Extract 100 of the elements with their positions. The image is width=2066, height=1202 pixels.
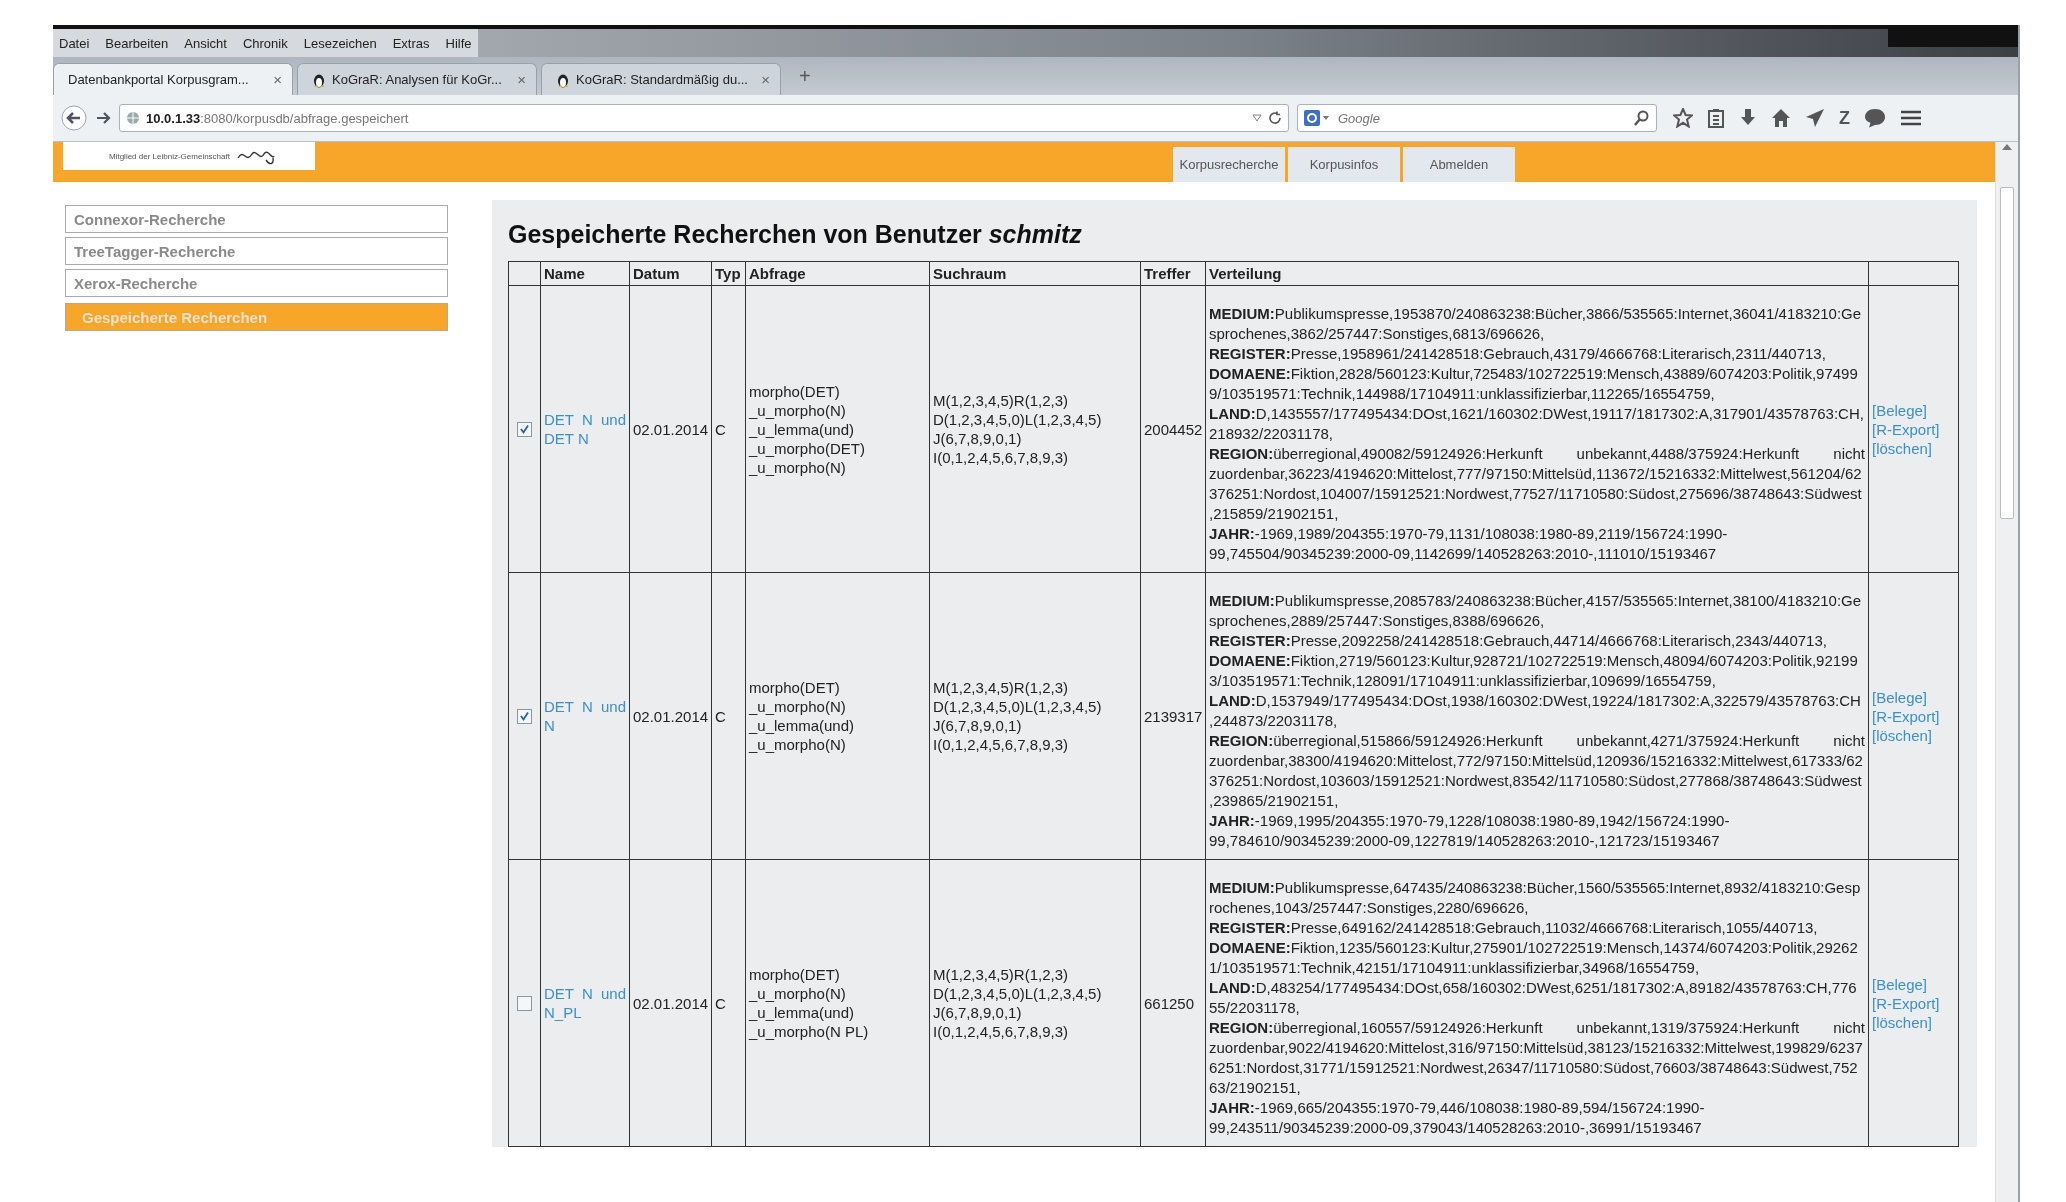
browser-tab[interactable]: KoGraR: Standardmäßig du... × xyxy=(541,63,781,95)
query-term: _u_morpho(N) xyxy=(749,735,847,754)
date-cell: 02.01.2014 xyxy=(629,285,712,573)
column-header: Name xyxy=(540,261,630,286)
type-cell: C xyxy=(711,572,746,860)
action-link[interactable]: [Belege] xyxy=(1872,687,1955,707)
query-term: _u_lemma(und) xyxy=(749,419,856,439)
search-engine-icon[interactable] xyxy=(1304,110,1330,126)
distribution-text: MEDIUM:Publikumspresse,1953870/240863238:Bücher,3866/535565:Internet,36041/4183210:Gesprochenes,3862/257447:Sonstiges,6813/696626, xyxy=(1209,304,1863,344)
search-icon[interactable] xyxy=(1634,110,1650,126)
sidebar-item[interactable]: Connexor-Recherche xyxy=(65,205,448,233)
menu-item[interactable]: Hilfe xyxy=(445,35,472,51)
distribution-text: REGISTER:Presse,2092258/241428518:Gebrauch,44714/4666768:Literarisch,2343/440713, xyxy=(1209,631,1828,651)
distribution-text: MEDIUM:Publikumspresse,647435/240863238:Bücher,1560/535565:Internet,8932/4183210:Gesprochenes,1043/257447:Sonstiges,2280/696626, xyxy=(1209,878,1862,918)
search-space-line: I(0,1,2,4,5,6,7,8,9,3) xyxy=(933,735,1070,754)
page-title: Gespeicherte Recherchen von Benutzer schmitz xyxy=(508,220,1083,249)
search-space-line: M(1,2,3,4,5)R(1,2,3) xyxy=(933,965,1070,984)
query-term: morpho(DET) xyxy=(749,965,841,984)
action-link[interactable]: [Belege] xyxy=(1872,400,1955,420)
search-space-line: D(1,2,3,4,5,0)L(1,2,3,4,5) xyxy=(933,984,1103,1003)
distribution-text: REGION:überregional,515866/59124926:Herkunft unbekannt,4271/375924:Herkunft nicht zuordenbar,38300/4194620:Mittelost,772/97150:Mittelsüd,120936/15216332:Mittelwest,617333/62376251:Nordost,103603/15912521:Nordwest,83542/11710580:Südost,277868/38748643:Südwest,239865/21902151, xyxy=(1209,731,1865,811)
logo-caption: Mitglied der Leibniz-Gemeinschaft xyxy=(109,151,230,161)
menu-item[interactable]: Ansicht xyxy=(184,35,227,51)
nav-tab[interactable]: Korpusrecherche xyxy=(1173,147,1285,182)
menu-item[interactable]: Lesezeichen xyxy=(303,35,377,51)
query-name-link[interactable]: DET N und N xyxy=(544,697,626,735)
query-term: _u_morpho(N) xyxy=(749,457,847,477)
type-cell: C xyxy=(711,859,746,1147)
checkbox[interactable] xyxy=(517,995,532,1011)
query-term: morpho(DET) xyxy=(749,381,841,401)
menu-item[interactable]: Datei xyxy=(59,35,90,51)
clipboard-icon[interactable] xyxy=(1707,108,1725,128)
new-tab-button[interactable]: + xyxy=(785,64,825,88)
action-link[interactable]: [R-Export] xyxy=(1872,419,1955,439)
query-term: _u_morpho(N) xyxy=(749,697,847,716)
close-icon[interactable]: × xyxy=(517,71,526,88)
column-header: Verteilung xyxy=(1205,261,1869,286)
browser-tab[interactable]: KoGraR: Analysen für KoGr... × xyxy=(297,63,537,95)
home-icon[interactable] xyxy=(1771,108,1791,128)
globe-icon xyxy=(126,111,140,125)
distribution-text: DOMAENE:Fiktion,2828/560123:Kultur,725483/102722519:Mensch,43889/6074203:Politik,974999/103519571:Technik,144988/17104911:unklassifizierbar,112265/16554759, xyxy=(1209,364,1859,404)
search-field[interactable]: Google xyxy=(1336,109,1628,127)
forward-icon[interactable] xyxy=(95,110,111,126)
column-header: Suchraum xyxy=(929,261,1141,286)
star-icon[interactable] xyxy=(1673,108,1693,128)
search-space-line: D(1,2,3,4,5,0)L(1,2,3,4,5) xyxy=(933,697,1103,716)
query-name-link[interactable]: DET N und N_PL xyxy=(544,984,626,1022)
browser-tab[interactable]: Datenbankportal Korpusgram... × xyxy=(53,63,293,95)
hits-cell: 661250 xyxy=(1140,859,1206,1147)
search-space-line: J(6,7,8,9,0,1) xyxy=(933,429,1023,448)
action-link[interactable]: [Belege] xyxy=(1872,974,1955,994)
sidebar-item[interactable]: TreeTagger-Recherche xyxy=(65,237,448,265)
scroll-thumb[interactable] xyxy=(2000,187,2014,519)
query-name-link[interactable]: DET N und DET N xyxy=(544,410,626,448)
dropdown-icon[interactable] xyxy=(1252,114,1262,122)
back-icon[interactable] xyxy=(61,105,87,131)
query-term: morpho(DET) xyxy=(749,678,841,697)
distribution-text: REGION:überregional,490082/59124926:Herkunft unbekannt,4488/375924:Herkunft nicht zuordenbar,36223/4194620:Mittelost,777/97150:Mittelsüd,113672/15216332:Mittelwest,561204/62376251:Nordost,104007/15912521:Nordwest,77527/11710580:Südost,275696/38748643:Südwest,215859/21902151, xyxy=(1209,444,1865,524)
menu-item[interactable]: Extras xyxy=(392,35,430,51)
nav-tab[interactable]: Abmelden xyxy=(1403,147,1515,182)
action-link[interactable]: [R-Export] xyxy=(1872,706,1955,726)
column-header: Typ xyxy=(711,261,746,286)
action-link[interactable]: [löschen] xyxy=(1872,725,1955,745)
chat-bubble-icon[interactable] xyxy=(1864,108,1886,128)
search-bar[interactable]: Google xyxy=(1297,104,1657,132)
menu-icon[interactable] xyxy=(1900,109,1922,127)
distribution-text: REGISTER:Presse,1958961/241428518:Gebrauch,43179/4666768:Literarisch,2311/440713, xyxy=(1209,344,1827,364)
address-field[interactable]: 10.0.1.33:8080/korpusdb/abfrage.gespeichert xyxy=(119,104,1289,132)
menu-item[interactable]: Bearbeiten xyxy=(105,35,169,51)
scrollbar[interactable] xyxy=(1995,142,2018,1202)
date-cell: 02.01.2014 xyxy=(629,572,712,860)
action-link[interactable]: [löschen] xyxy=(1872,1012,1955,1032)
column-header: Treffer xyxy=(1140,261,1206,286)
column-header: Datum xyxy=(629,261,712,286)
close-icon[interactable]: × xyxy=(273,71,282,88)
nav-tab[interactable]: Korpusinfos xyxy=(1288,147,1400,182)
search-space-line: D(1,2,3,4,5,0)L(1,2,3,4,5) xyxy=(933,410,1103,429)
sidebar-item[interactable]: Xerox-Recherche xyxy=(65,269,448,297)
distribution-text: REGION:überregional,160557/59124926:Herkunft unbekannt,1319/375924:Herkunft nicht zuordenbar,9022/4194620:Mittelost,316/97150:Mittelsüd,38123/15216332:Mittelwest,199829/62376251:Nordost,31771/15912521:Nordwest,26347/11710580:Südost,76603/38748643:Südwest,75263/21902151, xyxy=(1209,1018,1865,1098)
search-space-line: M(1,2,3,4,5)R(1,2,3) xyxy=(933,678,1070,697)
query-term: _u_lemma(und) xyxy=(749,1003,856,1022)
distribution-text: DOMAENE:Fiktion,1235/560123:Kultur,275901/102722519:Mensch,14374/6074203:Politik,292621/103519571:Technik,42151/17104911:unklassifizierbar,34968/16554759, xyxy=(1209,938,1859,978)
query-term: _u_lemma(und) xyxy=(749,716,856,735)
column-header: Abfrage xyxy=(745,261,930,286)
query-term: _u_morpho(N) xyxy=(749,400,847,420)
search-space-line: J(6,7,8,9,0,1) xyxy=(933,1003,1023,1022)
action-link[interactable]: [R-Export] xyxy=(1872,993,1955,1013)
reload-icon[interactable] xyxy=(1268,111,1282,125)
action-link[interactable]: [löschen] xyxy=(1872,438,1955,458)
paper-plane-icon[interactable] xyxy=(1805,108,1825,128)
hits-cell: 2139317 xyxy=(1140,572,1206,860)
checkbox[interactable] xyxy=(517,708,532,724)
search-space-line: I(0,1,2,4,5,6,7,8,9,3) xyxy=(933,448,1070,467)
checkbox[interactable] xyxy=(517,421,532,437)
close-icon[interactable]: × xyxy=(761,71,770,88)
distribution-text: JAHR:-1969,1989/204355:1970-79,1131/108038:1980-89,2119/156724:1990-99,745504/90345239:2000-09,1142699/140528263:2010-,111010/15193467 xyxy=(1209,524,1729,564)
menu-item[interactable]: Chronik xyxy=(242,35,288,51)
query-term: _u_morpho(DET) xyxy=(749,438,866,458)
type-cell: C xyxy=(711,285,746,573)
addon-button[interactable]: Z xyxy=(1839,107,1850,129)
